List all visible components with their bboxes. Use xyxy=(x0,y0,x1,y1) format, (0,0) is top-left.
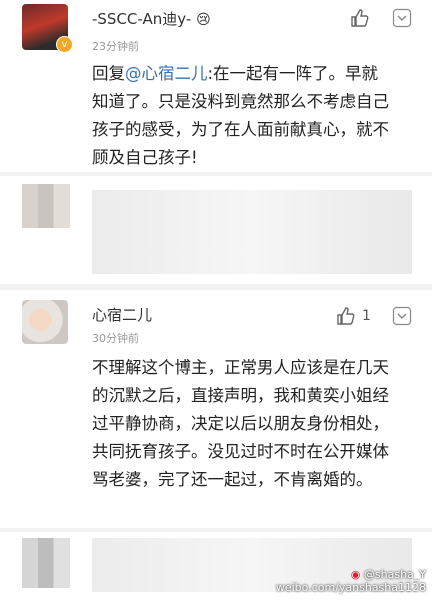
more-button[interactable] xyxy=(392,8,412,28)
like-button[interactable] xyxy=(336,306,356,326)
comment-body: 不理解这个博主，正常男人应该是在几天的沉默之后，直接声明，我和黄奕小姐经过平静协… xyxy=(92,358,389,489)
weibo-logo-icon: ◉ xyxy=(350,568,361,581)
verified-badge-icon: v xyxy=(56,36,73,53)
avatar[interactable] xyxy=(22,300,68,344)
thumbs-up-icon xyxy=(351,9,369,27)
blurred-avatar xyxy=(22,184,70,228)
username[interactable]: -SSCC-An迪y- 😢 xyxy=(92,8,211,29)
username[interactable]: 心宿二儿 xyxy=(92,304,152,325)
like-count: 1 xyxy=(362,308,371,324)
blurred-text xyxy=(92,190,412,274)
blurred-comment-card xyxy=(0,176,432,284)
more-button[interactable] xyxy=(392,306,412,326)
blurred-avatar xyxy=(22,538,70,588)
watermark-handle-row: ◉ @shasha_Y xyxy=(276,568,426,581)
mention-link[interactable]: @心宿二儿 xyxy=(125,64,208,83)
chevron-down-icon xyxy=(392,306,412,326)
like-button[interactable] xyxy=(350,8,370,28)
watermark-handle: @shasha_Y xyxy=(363,568,426,581)
chevron-down-icon xyxy=(392,8,412,28)
emoji-icon: 😢 xyxy=(196,12,211,28)
timestamp: 30分钟前 xyxy=(92,332,139,345)
comment-card: 心宿二儿 30分钟前 1 不理解这个博主，正常男人应该是在几天的沉默之后，直接声… xyxy=(0,290,432,528)
reply-prefix: 回复 xyxy=(92,64,125,83)
comment-body: 回复@心宿二儿:在一起有一阵了。早就知道了。只是没料到竟然那么不考虑自己孩子的感… xyxy=(92,60,392,172)
username-text[interactable]: -SSCC-An迪y- xyxy=(92,10,191,28)
watermark: ◉ @shasha_Y weibo.com/yanshasha1128 xyxy=(276,568,426,594)
timestamp: 23分钟前 xyxy=(92,40,139,53)
thumbs-up-icon xyxy=(337,307,355,325)
watermark-url: weibo.com/yanshasha1128 xyxy=(275,581,426,594)
comment-card: v -SSCC-An迪y- 😢 23分钟前 回复@心宿二儿:在一起有一阵了。早就… xyxy=(0,0,432,172)
